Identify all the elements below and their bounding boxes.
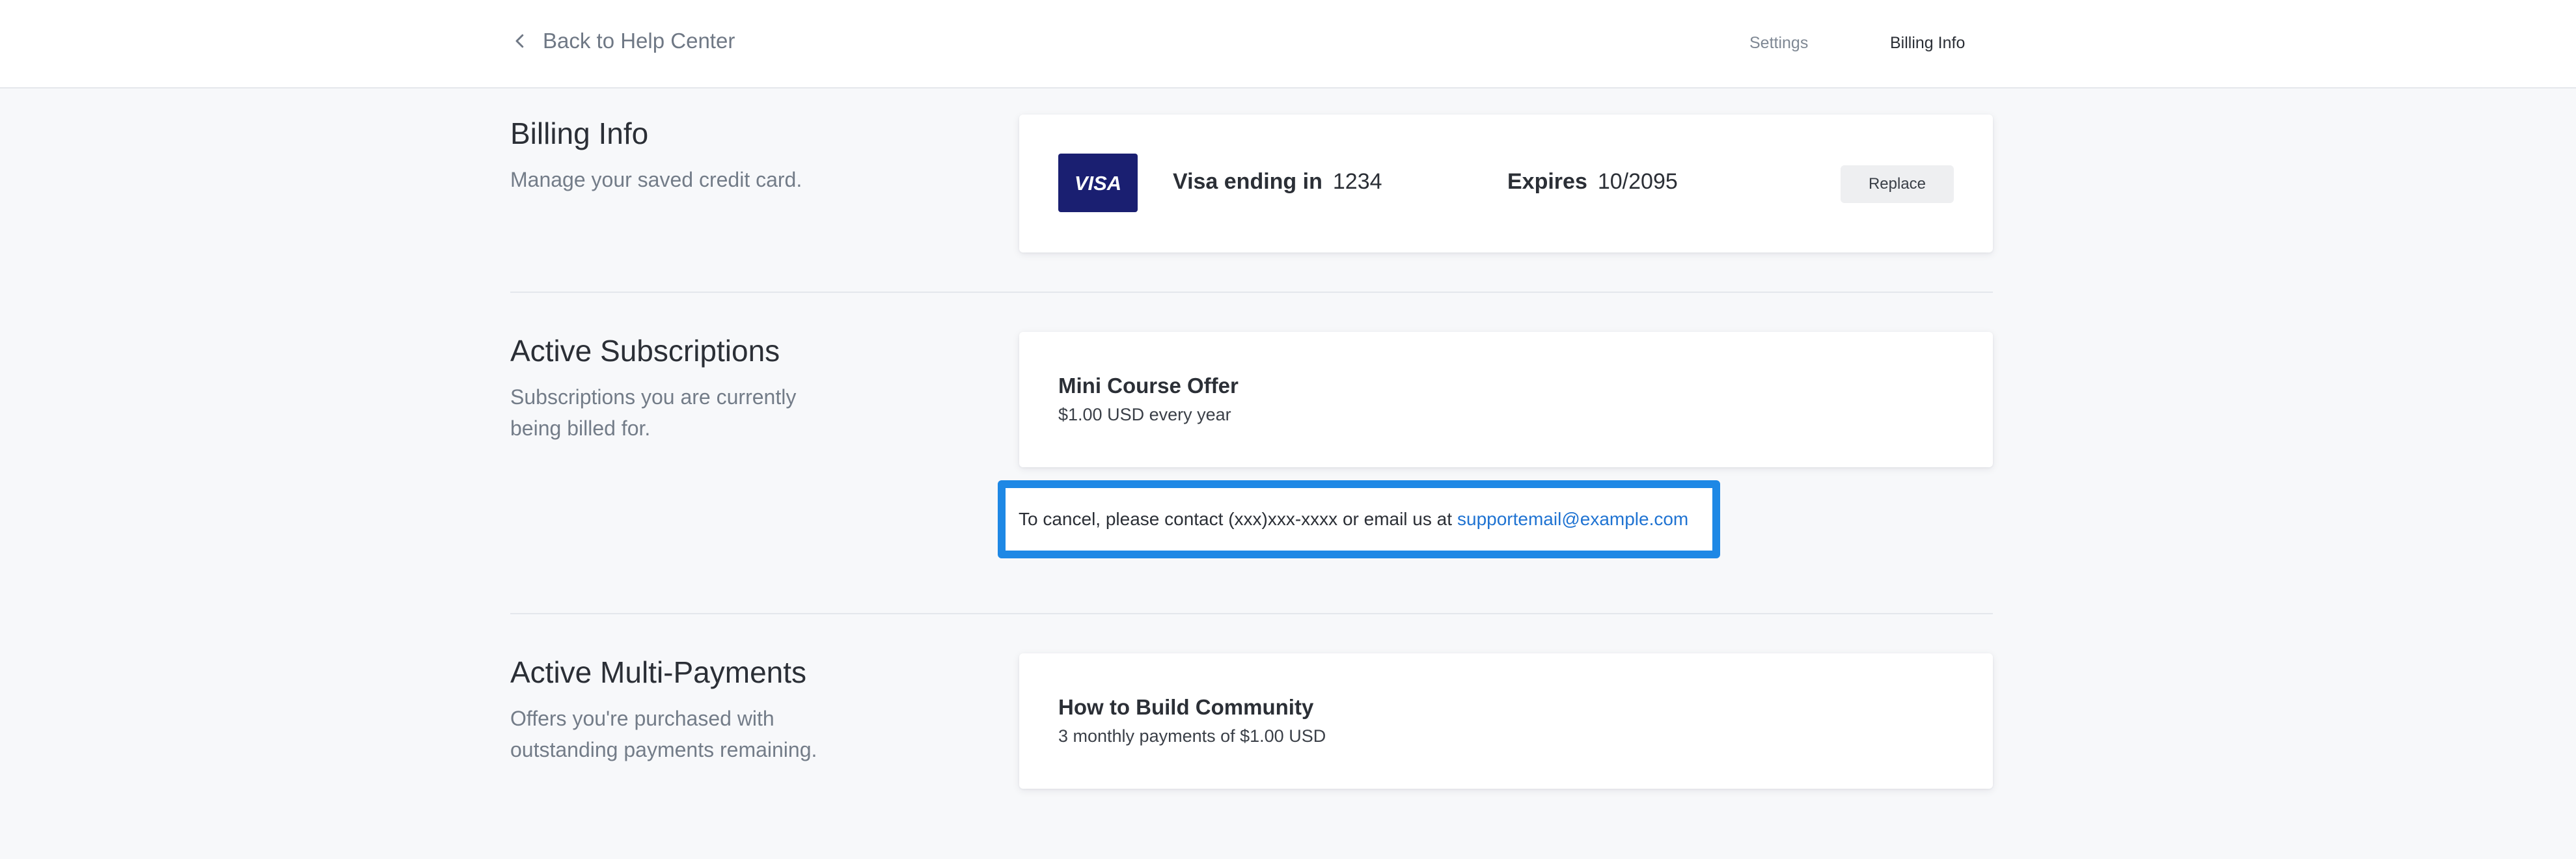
subscription-card: Mini Course Offer $1.00 USD every year xyxy=(1019,332,1993,467)
billing-info-description: Manage your saved credit card. xyxy=(510,168,802,191)
visa-wordmark: VISA xyxy=(1075,172,1121,194)
cancel-instructions-box: To cancel, please contact (xxx)xxx-xxxx … xyxy=(998,480,1720,558)
card-expiry-text: Expires 10/2095 xyxy=(1507,169,1678,195)
active-multi-payments-description: Offers you're purchased with outstanding… xyxy=(510,707,817,761)
card-expires-label: Expires xyxy=(1507,169,1587,194)
support-email-link[interactable]: supportemail@example.com xyxy=(1457,509,1688,530)
svg-text:VISA: VISA xyxy=(1075,172,1121,194)
saved-card-panel: VISA Visa ending in 1234 Expires 10/2095 R… xyxy=(1019,115,1993,252)
card-ending-label: Visa ending in xyxy=(1173,169,1322,194)
back-to-help-center-link[interactable]: Back to Help Center xyxy=(510,29,735,53)
subscription-terms: $1.00 USD every year xyxy=(1058,405,1231,424)
active-multi-payments-title: Active Multi-Payments xyxy=(510,655,807,689)
subscription-name: Mini Course Offer xyxy=(1058,374,1239,398)
card-expiry-date: 10/2095 xyxy=(1597,169,1678,194)
visa-logo-icon: VISA xyxy=(1058,154,1138,212)
multi-payment-name: How to Build Community xyxy=(1058,695,1314,719)
chevron-left-icon xyxy=(515,34,524,48)
cancel-instructions-text: To cancel, please contact (xxx)xxx-xxxx … xyxy=(1019,509,1453,529)
multi-payment-terms: 3 monthly payments of $1.00 USD xyxy=(1058,726,1326,746)
replace-card-button[interactable]: Replace xyxy=(1841,165,1954,203)
section-divider xyxy=(510,613,1993,614)
top-navigation-bar: Back to Help Center Settings Billing Inf… xyxy=(0,0,2576,89)
multi-payment-card: How to Build Community 3 monthly payment… xyxy=(1019,653,1993,789)
nav-settings-link[interactable]: Settings xyxy=(1749,34,1808,53)
card-last4: 1234 xyxy=(1332,169,1382,194)
card-ending-text: Visa ending in 1234 xyxy=(1173,169,1382,195)
nav-billing-info-link[interactable]: Billing Info xyxy=(1890,34,1965,53)
active-subscriptions-description: Subscriptions you are currently being bi… xyxy=(510,385,797,440)
back-link-label: Back to Help Center xyxy=(543,29,735,53)
billing-info-title: Billing Info xyxy=(510,116,649,150)
active-subscriptions-title: Active Subscriptions xyxy=(510,334,780,368)
section-divider xyxy=(510,292,1993,293)
